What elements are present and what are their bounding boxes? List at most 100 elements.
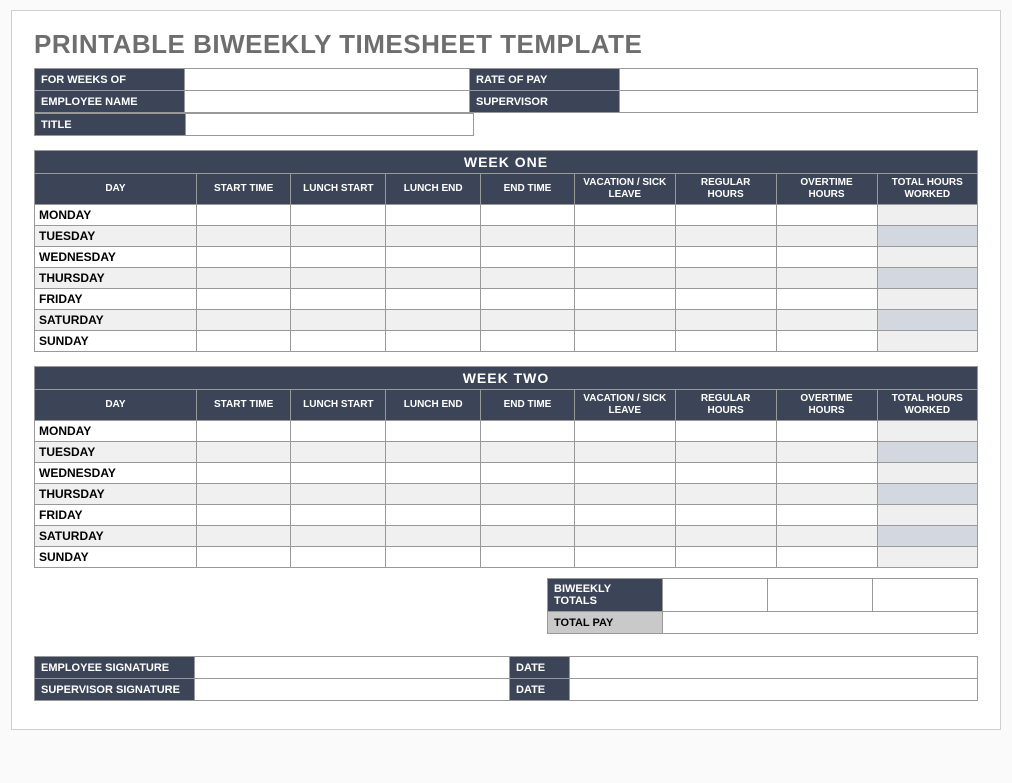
lunch-start-cell[interactable]: [291, 247, 386, 268]
start-time-cell[interactable]: [196, 247, 291, 268]
lunch-end-cell[interactable]: [386, 289, 481, 310]
regular-cell[interactable]: [675, 205, 776, 226]
overtime-cell[interactable]: [776, 289, 877, 310]
regular-cell[interactable]: [675, 484, 776, 505]
overtime-cell[interactable]: [776, 226, 877, 247]
total-cell[interactable]: [877, 484, 977, 505]
lunch-start-cell[interactable]: [291, 505, 386, 526]
total-cell[interactable]: [877, 268, 977, 289]
lunch-start-cell[interactable]: [291, 331, 386, 352]
regular-cell[interactable]: [675, 442, 776, 463]
total-cell[interactable]: [877, 547, 977, 568]
employee-sig-value[interactable]: [195, 657, 510, 679]
start-time-cell[interactable]: [196, 268, 291, 289]
lunch-end-cell[interactable]: [386, 442, 481, 463]
regular-cell[interactable]: [675, 526, 776, 547]
overtime-cell[interactable]: [776, 505, 877, 526]
lunch-end-cell[interactable]: [386, 421, 481, 442]
lunch-start-cell[interactable]: [291, 226, 386, 247]
end-time-cell[interactable]: [481, 247, 575, 268]
overtime-cell[interactable]: [776, 421, 877, 442]
title-value[interactable]: [186, 114, 474, 136]
regular-cell[interactable]: [675, 331, 776, 352]
biweekly-reg[interactable]: [663, 579, 768, 612]
lunch-end-cell[interactable]: [386, 247, 481, 268]
total-cell[interactable]: [877, 463, 977, 484]
total-pay-value[interactable]: [663, 612, 978, 634]
start-time-cell[interactable]: [196, 505, 291, 526]
end-time-cell[interactable]: [481, 484, 575, 505]
supervisor-value[interactable]: [620, 91, 978, 113]
lunch-end-cell[interactable]: [386, 505, 481, 526]
lunch-start-cell[interactable]: [291, 289, 386, 310]
vacation-cell[interactable]: [574, 484, 675, 505]
end-time-cell[interactable]: [481, 526, 575, 547]
lunch-end-cell[interactable]: [386, 526, 481, 547]
regular-cell[interactable]: [675, 547, 776, 568]
regular-cell[interactable]: [675, 289, 776, 310]
lunch-start-cell[interactable]: [291, 205, 386, 226]
total-cell[interactable]: [877, 331, 977, 352]
lunch-start-cell[interactable]: [291, 310, 386, 331]
end-time-cell[interactable]: [481, 547, 575, 568]
total-cell[interactable]: [877, 247, 977, 268]
lunch-start-cell[interactable]: [291, 484, 386, 505]
vacation-cell[interactable]: [574, 310, 675, 331]
start-time-cell[interactable]: [196, 205, 291, 226]
vacation-cell[interactable]: [574, 526, 675, 547]
end-time-cell[interactable]: [481, 205, 575, 226]
start-time-cell[interactable]: [196, 442, 291, 463]
total-cell[interactable]: [877, 442, 977, 463]
end-time-cell[interactable]: [481, 463, 575, 484]
biweekly-ot[interactable]: [768, 579, 873, 612]
vacation-cell[interactable]: [574, 463, 675, 484]
lunch-start-cell[interactable]: [291, 421, 386, 442]
vacation-cell[interactable]: [574, 205, 675, 226]
total-cell[interactable]: [877, 526, 977, 547]
total-cell[interactable]: [877, 289, 977, 310]
overtime-cell[interactable]: [776, 442, 877, 463]
start-time-cell[interactable]: [196, 526, 291, 547]
overtime-cell[interactable]: [776, 526, 877, 547]
vacation-cell[interactable]: [574, 226, 675, 247]
end-time-cell[interactable]: [481, 442, 575, 463]
lunch-start-cell[interactable]: [291, 463, 386, 484]
regular-cell[interactable]: [675, 247, 776, 268]
overtime-cell[interactable]: [776, 547, 877, 568]
lunch-end-cell[interactable]: [386, 547, 481, 568]
regular-cell[interactable]: [675, 310, 776, 331]
lunch-end-cell[interactable]: [386, 463, 481, 484]
start-time-cell[interactable]: [196, 463, 291, 484]
lunch-end-cell[interactable]: [386, 268, 481, 289]
lunch-start-cell[interactable]: [291, 526, 386, 547]
lunch-start-cell[interactable]: [291, 268, 386, 289]
vacation-cell[interactable]: [574, 289, 675, 310]
vacation-cell[interactable]: [574, 268, 675, 289]
start-time-cell[interactable]: [196, 331, 291, 352]
end-time-cell[interactable]: [481, 331, 575, 352]
regular-cell[interactable]: [675, 268, 776, 289]
total-cell[interactable]: [877, 226, 977, 247]
regular-cell[interactable]: [675, 421, 776, 442]
lunch-start-cell[interactable]: [291, 547, 386, 568]
supervisor-sig-value[interactable]: [195, 679, 510, 701]
vacation-cell[interactable]: [574, 547, 675, 568]
start-time-cell[interactable]: [196, 310, 291, 331]
employee-date-value[interactable]: [570, 657, 978, 679]
lunch-start-cell[interactable]: [291, 442, 386, 463]
regular-cell[interactable]: [675, 463, 776, 484]
start-time-cell[interactable]: [196, 547, 291, 568]
employee-name-value[interactable]: [185, 91, 470, 113]
overtime-cell[interactable]: [776, 268, 877, 289]
lunch-end-cell[interactable]: [386, 484, 481, 505]
end-time-cell[interactable]: [481, 505, 575, 526]
start-time-cell[interactable]: [196, 421, 291, 442]
vacation-cell[interactable]: [574, 247, 675, 268]
regular-cell[interactable]: [675, 226, 776, 247]
regular-cell[interactable]: [675, 505, 776, 526]
overtime-cell[interactable]: [776, 247, 877, 268]
supervisor-date-value[interactable]: [570, 679, 978, 701]
lunch-end-cell[interactable]: [386, 331, 481, 352]
start-time-cell[interactable]: [196, 484, 291, 505]
biweekly-tot[interactable]: [873, 579, 978, 612]
